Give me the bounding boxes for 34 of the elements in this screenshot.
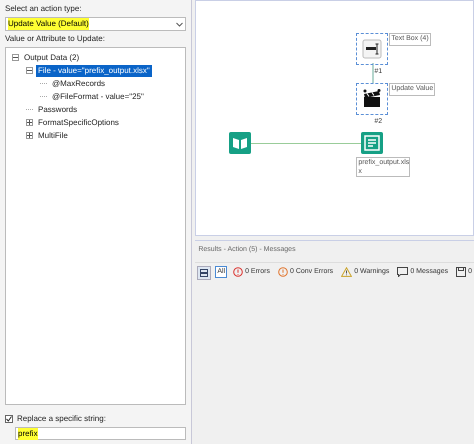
results-sidebar-button[interactable] bbox=[197, 266, 212, 280]
tree-label: Value or Attribute to Update: bbox=[5, 33, 106, 45]
chevron-down-icon bbox=[176, 22, 184, 26]
tree-item[interactable]: MultiFile bbox=[36, 130, 70, 142]
list-icon bbox=[200, 268, 208, 276]
replace-checkbox[interactable] bbox=[5, 415, 13, 423]
collapse-icon[interactable] bbox=[12, 54, 19, 61]
tree-item[interactable]: @FileFormat - value="25" bbox=[50, 90, 146, 102]
selected-tool-node[interactable] bbox=[356, 83, 388, 115]
message-icon bbox=[397, 266, 408, 277]
tree-item[interactable]: Passwords bbox=[36, 104, 80, 116]
collapse-icon[interactable] bbox=[26, 67, 33, 74]
connection-line bbox=[371, 63, 376, 83]
error-icon bbox=[233, 266, 244, 277]
replace-string-field[interactable]: prefix bbox=[15, 427, 186, 440]
save-icon bbox=[456, 266, 466, 277]
warning-icon bbox=[341, 266, 352, 277]
clapperboard-icon[interactable] bbox=[362, 89, 382, 109]
replace-label: Replace a specific string: bbox=[17, 413, 106, 425]
dropdown-value: Update Value (Default) bbox=[8, 18, 89, 30]
expand-icon[interactable] bbox=[26, 132, 33, 139]
selected-tool-node[interactable] bbox=[356, 33, 388, 65]
action-type-label: Select an action type: bbox=[5, 3, 82, 15]
tree-item[interactable]: File - value="prefix_output.xlsx" bbox=[36, 64, 152, 76]
tree-item[interactable]: @MaxRecords bbox=[50, 78, 108, 90]
tree-item[interactable]: FormatSpecificOptions bbox=[36, 116, 121, 128]
input-book-icon[interactable] bbox=[229, 132, 252, 154]
field-value: prefix bbox=[18, 428, 38, 440]
expand-icon[interactable] bbox=[26, 119, 33, 126]
tree-item[interactable]: Output Data (2) bbox=[22, 52, 82, 64]
output-document-icon[interactable] bbox=[361, 132, 384, 154]
action-type-dropdown[interactable]: Update Value (Default) bbox=[5, 17, 186, 31]
text-box-tool-icon[interactable] bbox=[362, 39, 382, 59]
error-icon bbox=[278, 266, 288, 277]
